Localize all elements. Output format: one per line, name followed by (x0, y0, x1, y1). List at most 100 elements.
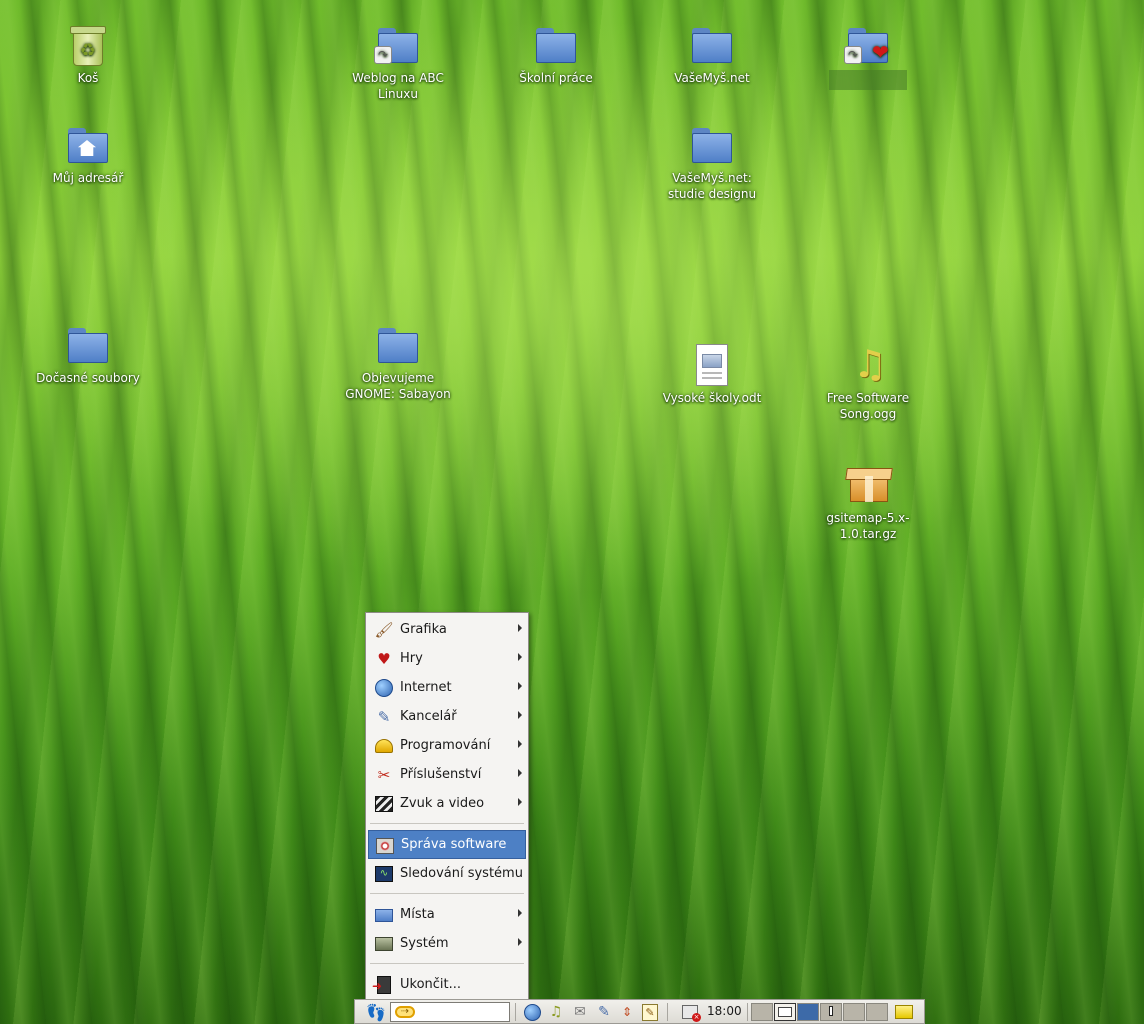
folder-icon (374, 324, 422, 368)
office-launcher[interactable]: ✎ (593, 1002, 615, 1022)
office-icon: ✎ (377, 708, 391, 726)
menu-item-internet[interactable]: Internet (366, 673, 528, 702)
monitor-icon: ∿ (374, 865, 394, 883)
panel-separator (667, 1003, 668, 1021)
menu-item-hry[interactable]: ♥ Hry (366, 644, 528, 673)
sticky-note-icon (895, 1005, 913, 1019)
cd-icon (375, 837, 395, 855)
desktop-icon-label: Dočasné soubory (36, 371, 140, 385)
menu-item-sprava-software[interactable]: Správa software (368, 830, 526, 859)
menu-item-system[interactable]: Systém (366, 929, 528, 958)
folder-icon (532, 24, 580, 68)
menu-item-ukoncit[interactable]: ➜ Ukončit... (366, 970, 528, 999)
favorite-link-desktop-icon[interactable]: ↷ ❤ (813, 24, 923, 90)
desktop-icon-label: Vysoké školy.odt (662, 391, 762, 405)
trash-icon: ♻ (70, 26, 106, 66)
menu-item-zvuk-video[interactable]: Zvuk a video (366, 789, 528, 818)
home-folder-desktop-icon[interactable]: Můj adresář (33, 124, 143, 186)
run-command-icon: ⇢ (395, 1006, 415, 1018)
menu-item-label: Ukončit... (400, 977, 462, 992)
workspace-4[interactable] (820, 1003, 842, 1021)
clock[interactable]: 18:00 (707, 1004, 742, 1018)
home-folder-icon (64, 124, 112, 168)
workspace-6[interactable] (866, 1003, 888, 1021)
submenu-arrow-icon (518, 711, 522, 719)
tarball-file-desktop-icon[interactable]: gsitemap-5.x-1.0.tar.gz (813, 464, 923, 542)
vasemys-folder-desktop-icon[interactable]: VašeMyš.net (657, 24, 767, 86)
menu-item-label: Sledování systému (400, 866, 523, 881)
menu-item-prislusenstvi[interactable]: ✂ Příslušenství (366, 760, 528, 789)
workspace-1[interactable] (751, 1003, 773, 1021)
menu-item-kancelar[interactable]: ✎ Kancelář (366, 702, 528, 731)
menu-item-sledovani-systemu[interactable]: ∿ Sledování systému (366, 859, 528, 888)
panel-separator (747, 1003, 748, 1021)
folder-icon (688, 124, 736, 168)
menu-item-label: Grafika (400, 622, 447, 637)
up-down-arrows-icon: ⇕ (621, 1005, 633, 1019)
bottom-panel: 👣 ⇢ ♫ ✉ ✎ ⇕ ✎ × 18:00 (354, 999, 925, 1024)
folder-icon (688, 24, 736, 68)
vasemys-studie-folder-desktop-icon[interactable]: VašeMyš.net: studie designu (657, 124, 767, 202)
desktop-icon-label: Můj adresář (52, 171, 124, 185)
clapper-icon (374, 795, 394, 813)
cards-icon: ♥ (377, 650, 391, 668)
sort-launcher[interactable]: ⇕ (617, 1002, 637, 1022)
envelope-icon: ✉ (574, 1004, 586, 1020)
network-status-button[interactable]: × (679, 1002, 701, 1022)
workspace-2[interactable] (774, 1003, 796, 1021)
odt-file-desktop-icon[interactable]: Vysoké školy.odt (657, 344, 767, 406)
notepad-icon: ✎ (642, 1003, 658, 1021)
desktop-icon-label: Objevujeme GNOME: Sabayon (345, 371, 451, 401)
network-disconnected-icon: × (682, 1005, 701, 1022)
menu-item-label: Internet (400, 680, 452, 695)
temp-folder-desktop-icon[interactable]: Dočasné soubory (33, 324, 143, 386)
scissors-icon: ✂ (377, 766, 391, 784)
paintbrush-icon: 🖌 (374, 621, 394, 639)
music-note-icon: ♫ (852, 342, 888, 386)
exit-icon: ➜ (372, 976, 394, 994)
song-file-desktop-icon[interactable]: ♫ Free Software Song.ogg (813, 344, 923, 422)
menu-item-label: Příslušenství (400, 767, 482, 782)
workspace-5[interactable] (843, 1003, 865, 1021)
main-menu-button[interactable]: 👣 (365, 1002, 387, 1022)
menu-item-mista[interactable]: Místa (366, 900, 528, 929)
globe-icon (374, 679, 394, 697)
school-folder-desktop-icon[interactable]: Školní práce (501, 24, 611, 86)
desktop-icon-label: gsitemap-5.x-1.0.tar.gz (826, 511, 910, 541)
menu-item-label: Místa (400, 907, 435, 922)
menu-item-label: Kancelář (400, 709, 457, 724)
text-editor-launcher[interactable]: ✎ (639, 1002, 661, 1022)
panel-separator (515, 1003, 516, 1021)
mail-launcher[interactable]: ✉ (569, 1002, 591, 1022)
submenu-arrow-icon (518, 653, 522, 661)
weblog-link-desktop-icon[interactable]: ↷ Weblog na ABC Linuxu (343, 24, 453, 102)
menu-item-label: Hry (400, 651, 423, 666)
trash-desktop-icon[interactable]: ♻ Koš (33, 24, 143, 86)
document-icon (688, 344, 736, 388)
folder-favorite-link-icon: ↷ ❤ (844, 24, 892, 68)
submenu-arrow-icon (518, 769, 522, 777)
workspace-3-active[interactable] (797, 1003, 819, 1021)
submenu-arrow-icon (518, 740, 522, 748)
gnome-folder-desktop-icon[interactable]: Objevujeme GNOME: Sabayon (343, 324, 453, 402)
music-note-icon: ♫ (549, 1004, 563, 1020)
foot-icon: 👣 (366, 1002, 386, 1022)
submenu-arrow-icon (518, 682, 522, 690)
globe-icon (523, 1003, 541, 1021)
obscured-label (829, 70, 907, 90)
menu-item-grafika[interactable]: 🖌 Grafika (366, 615, 528, 644)
music-player-launcher[interactable]: ♫ (545, 1002, 567, 1022)
folder-link-icon: ↷ (374, 24, 422, 68)
menu-item-label: Zvuk a video (400, 796, 485, 811)
submenu-arrow-icon (518, 938, 522, 946)
desktop-icon-label: Weblog na ABC Linuxu (352, 71, 444, 101)
menu-separator (370, 893, 524, 894)
menu-item-programovani[interactable]: Programování (366, 731, 528, 760)
desktop-icon-label: VašeMyš.net (674, 71, 750, 85)
notes-applet[interactable] (893, 1002, 915, 1022)
office-icon: ✎ (598, 1004, 610, 1020)
run-command-field[interactable]: ⇢ (390, 1002, 510, 1022)
web-browser-launcher[interactable] (521, 1002, 543, 1022)
menu-separator (370, 823, 524, 824)
system-icon (374, 935, 394, 953)
